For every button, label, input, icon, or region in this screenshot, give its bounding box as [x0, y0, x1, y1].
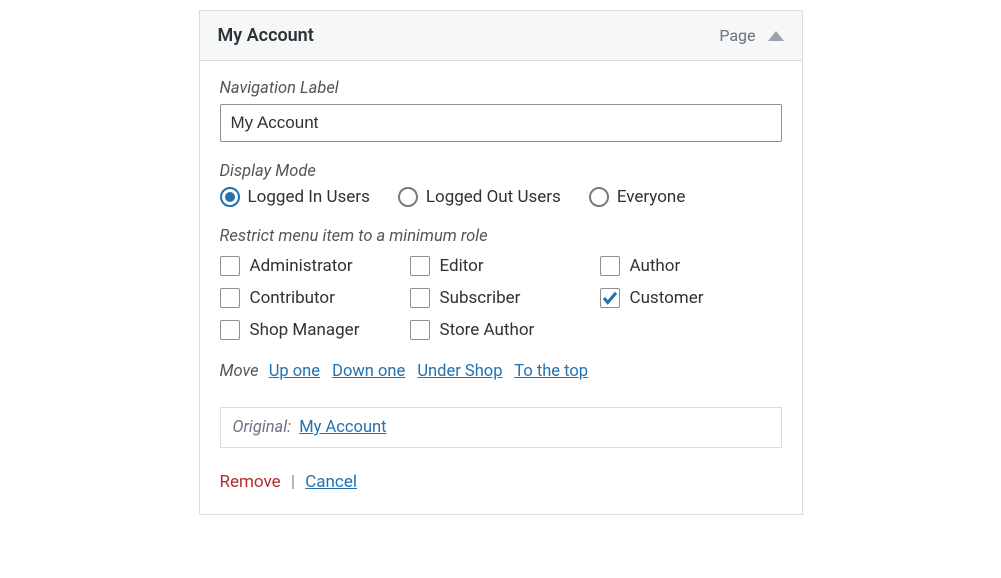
radio-logged-in[interactable]: Logged In Users: [220, 187, 370, 207]
checkbox-icon[interactable]: [220, 256, 240, 276]
radio-icon[interactable]: [398, 187, 418, 207]
checkbox-label: Administrator: [250, 256, 353, 276]
panel-header[interactable]: My Account Page: [200, 11, 802, 61]
checkbox-contributor[interactable]: Contributor: [220, 288, 410, 308]
remove-button[interactable]: Remove: [220, 472, 281, 492]
checkbox-icon[interactable]: [410, 288, 430, 308]
checkbox-label: Subscriber: [440, 288, 521, 308]
move-up-one[interactable]: Up one: [269, 362, 320, 381]
checkbox-label: Editor: [440, 256, 484, 276]
display-mode-section: Display Mode Logged In Users Logged Out …: [220, 162, 782, 207]
radio-logged-out[interactable]: Logged Out Users: [398, 187, 561, 207]
display-mode-label: Display Mode: [220, 162, 782, 181]
collapse-icon[interactable]: [768, 31, 784, 41]
checkbox-label: Contributor: [250, 288, 335, 308]
actions-row: Remove | Cancel: [220, 472, 782, 492]
move-row: Move Up one Down one Under Shop To the t…: [220, 362, 782, 381]
move-to-top[interactable]: To the top: [514, 362, 588, 381]
checkbox-icon[interactable]: [220, 288, 240, 308]
radio-label: Logged Out Users: [426, 187, 561, 207]
restrict-label: Restrict menu item to a minimum role: [220, 227, 782, 246]
checkbox-label: Author: [630, 256, 681, 276]
checkbox-customer[interactable]: Customer: [600, 288, 770, 308]
checkbox-label: Shop Manager: [250, 320, 360, 340]
role-grid: Administrator Editor Author Contributor …: [220, 256, 782, 340]
cancel-button[interactable]: Cancel: [305, 472, 357, 492]
panel-type-group: Page: [719, 26, 783, 45]
checkbox-icon[interactable]: [410, 320, 430, 340]
checkbox-shop-manager[interactable]: Shop Manager: [220, 320, 410, 340]
radio-icon[interactable]: [220, 187, 240, 207]
radio-icon[interactable]: [589, 187, 609, 207]
checkbox-editor[interactable]: Editor: [410, 256, 600, 276]
original-link[interactable]: My Account: [299, 418, 386, 437]
move-down-one[interactable]: Down one: [332, 362, 405, 381]
nav-label-input[interactable]: [220, 104, 782, 142]
original-box: Original: My Account: [220, 407, 782, 448]
restrict-section: Restrict menu item to a minimum role Adm…: [220, 227, 782, 340]
checkbox-administrator[interactable]: Administrator: [220, 256, 410, 276]
checkbox-label: Customer: [630, 288, 704, 308]
checkbox-author[interactable]: Author: [600, 256, 770, 276]
checkbox-subscriber[interactable]: Subscriber: [410, 288, 600, 308]
panel-body: Navigation Label Display Mode Logged In …: [200, 61, 802, 514]
checkbox-store-author[interactable]: Store Author: [410, 320, 600, 340]
checkbox-icon[interactable]: [600, 288, 620, 308]
checkbox-label: Store Author: [440, 320, 535, 340]
divider: |: [291, 472, 295, 492]
move-under-shop[interactable]: Under Shop: [417, 362, 502, 381]
checkbox-icon[interactable]: [220, 320, 240, 340]
radio-label: Logged In Users: [248, 187, 370, 207]
nav-label-heading: Navigation Label: [220, 79, 782, 98]
panel-type-label: Page: [719, 26, 755, 45]
display-mode-options: Logged In Users Logged Out Users Everyon…: [220, 187, 782, 207]
checkbox-icon[interactable]: [600, 256, 620, 276]
menu-item-panel: My Account Page Navigation Label Display…: [199, 10, 803, 515]
radio-everyone[interactable]: Everyone: [589, 187, 686, 207]
checkbox-icon[interactable]: [410, 256, 430, 276]
original-label: Original:: [233, 418, 292, 437]
move-label: Move: [220, 362, 259, 381]
panel-title: My Account: [218, 25, 314, 46]
radio-label: Everyone: [617, 187, 686, 207]
